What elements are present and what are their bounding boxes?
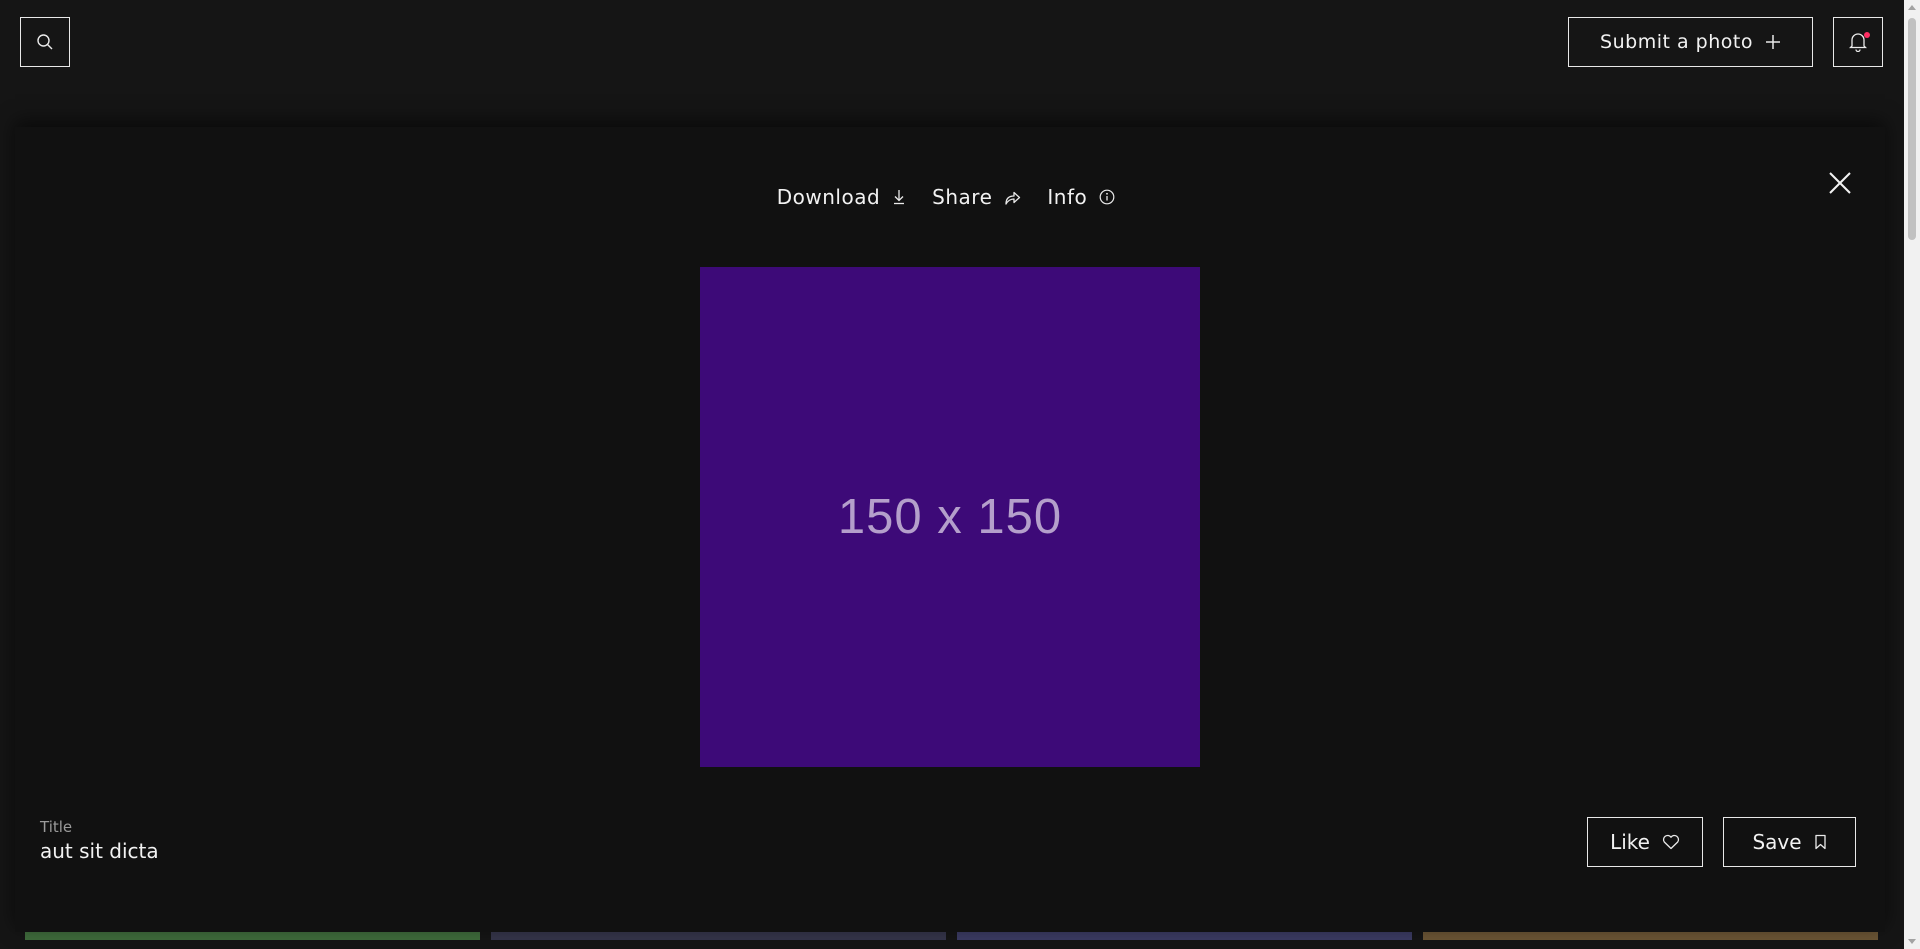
scrollbar-thumb[interactable]: [1908, 18, 1916, 240]
search-button[interactable]: [20, 17, 70, 67]
gallery-strip-1: [25, 932, 480, 940]
notifications-button[interactable]: [1833, 17, 1883, 67]
gallery-strip-2: [491, 932, 946, 940]
photo-modal: Download Share Info 150 x 150 Title aut …: [15, 127, 1885, 932]
like-button[interactable]: Like: [1587, 817, 1703, 867]
photo-title: aut sit dicta: [40, 839, 159, 863]
close-icon: [1829, 172, 1851, 194]
share-button[interactable]: Share: [932, 185, 1021, 209]
scroll-down-icon[interactable]: [1908, 939, 1916, 944]
download-label: Download: [776, 185, 881, 209]
photo-image: 150 x 150: [700, 267, 1200, 767]
plus-icon: [1765, 35, 1780, 49]
top-header: Submit a photo: [0, 0, 1904, 84]
scroll-up-icon[interactable]: [1908, 5, 1916, 10]
modal-toolbar: Download Share Info: [15, 185, 1885, 209]
info-icon: [1099, 189, 1115, 205]
save-label: Save: [1752, 830, 1802, 854]
like-label: Like: [1610, 830, 1650, 854]
save-button[interactable]: Save: [1723, 817, 1856, 867]
bookmark-icon: [1814, 834, 1826, 850]
info-button[interactable]: Info: [1047, 185, 1115, 209]
download-button[interactable]: Download: [777, 185, 906, 209]
submit-photo-button[interactable]: Submit a photo: [1568, 17, 1813, 67]
search-icon: [37, 34, 53, 50]
gallery-strip-4: [1423, 932, 1878, 940]
heart-icon: [1662, 834, 1680, 850]
notification-badge: [1864, 32, 1870, 38]
submit-photo-label: Submit a photo: [1600, 31, 1753, 53]
close-button[interactable]: [1827, 170, 1853, 196]
info-label: Info: [1047, 185, 1088, 209]
title-label: Title: [40, 818, 73, 836]
share-label: Share: [932, 185, 993, 209]
page-scrollbar[interactable]: [1904, 0, 1920, 949]
photo-placeholder-text: 150 x 150: [837, 490, 1063, 544]
download-icon: [894, 190, 905, 205]
gallery-strip-3: [957, 932, 1412, 940]
share-icon: [1005, 191, 1021, 205]
